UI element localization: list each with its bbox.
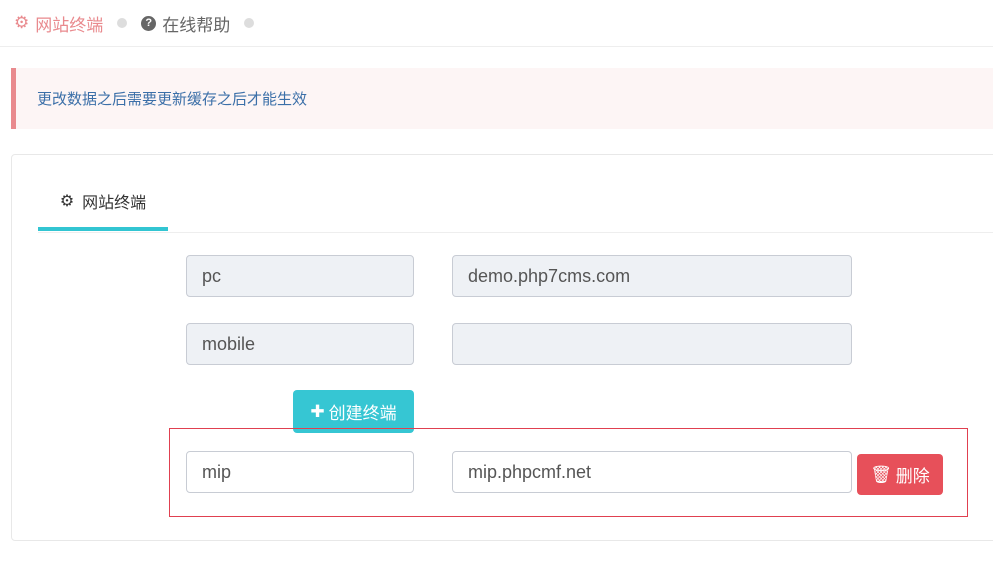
terminal-name-input[interactable]: mobile: [186, 323, 414, 365]
question-circle-icon: ?: [141, 15, 157, 31]
separator-dot: [244, 18, 255, 28]
nav-item-terminals[interactable]: ⚙ 网站终端: [14, 11, 103, 36]
tab-terminals[interactable]: ⚙ 网站终端: [38, 175, 168, 231]
separator-dot: [117, 18, 128, 28]
terminal-domain-input[interactable]: demo.php7cms.com: [452, 255, 852, 297]
gear-icon: ⚙: [59, 193, 75, 210]
notice-alert: 更改数据之后需要更新缓存之后才能生效: [11, 68, 993, 129]
tab-divider: [38, 232, 993, 233]
top-nav: ⚙ 网站终端 ? 在线帮助: [0, 0, 993, 47]
trash-icon: 🗑: [870, 464, 892, 484]
new-terminal-name-input[interactable]: mip: [186, 451, 414, 493]
terminal-domain-input[interactable]: [452, 323, 852, 365]
terminal-name-input[interactable]: pc: [186, 255, 414, 297]
nav-item-help[interactable]: ? 在线帮助: [141, 11, 230, 36]
plus-icon: ✚: [310, 401, 325, 421]
gear-icon: ⚙: [14, 13, 30, 32]
new-terminal-domain-input[interactable]: mip.phpcmf.net: [452, 451, 852, 493]
delete-button[interactable]: 🗑 删除: [857, 454, 943, 495]
create-terminal-button[interactable]: ✚ 创建终端: [293, 390, 414, 433]
